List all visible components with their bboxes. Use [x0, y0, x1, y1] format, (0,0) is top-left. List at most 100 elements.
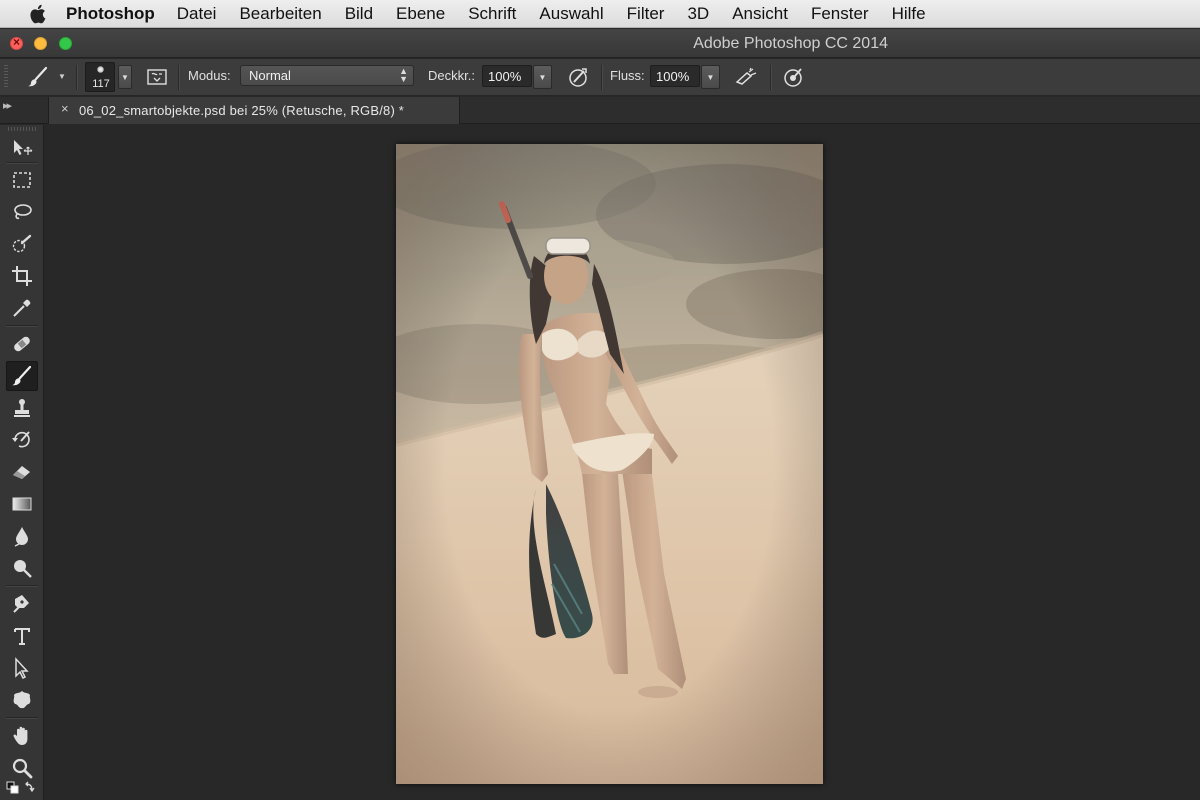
- pressure-opacity-icon[interactable]: [566, 65, 590, 89]
- history-brush-tool[interactable]: [6, 425, 38, 455]
- options-separator: [76, 65, 77, 90]
- collapse-panels-icon[interactable]: ▸▸: [3, 99, 12, 112]
- dodge-icon: [14, 560, 32, 578]
- window-maximize-button[interactable]: [59, 37, 72, 50]
- document-canvas[interactable]: [396, 144, 823, 784]
- tool-separator: [6, 585, 38, 586]
- menu-app-name[interactable]: Photoshop: [66, 4, 155, 24]
- crop-tool[interactable]: [6, 261, 38, 291]
- quick-select-icon: [12, 234, 32, 253]
- custom-shape-icon: [13, 691, 31, 709]
- menu-auswahl[interactable]: Auswahl: [539, 4, 603, 24]
- lasso-icon: [14, 204, 32, 220]
- marquee-tool[interactable]: [6, 165, 38, 195]
- menu-datei[interactable]: Datei: [177, 4, 217, 24]
- eyedropper-tool[interactable]: [6, 293, 38, 323]
- default-colors-icon: [6, 781, 35, 794]
- menu-fenster[interactable]: Fenster: [811, 4, 869, 24]
- flow-value: 100%: [656, 69, 690, 84]
- color-swatches[interactable]: [4, 779, 40, 797]
- chevron-down-icon: ▼: [538, 72, 547, 82]
- airbrush-icon[interactable]: [733, 65, 759, 89]
- pen-tool[interactable]: [6, 589, 38, 619]
- apple-icon[interactable]: [22, 4, 52, 24]
- brush-tip-icon: [97, 66, 104, 73]
- blur-tool[interactable]: [6, 521, 38, 551]
- document-tab[interactable]: × 06_02_smartobjekte.psd bei 25% (Retusc…: [48, 97, 460, 124]
- brush-size-dropdown-button[interactable]: ▼: [118, 65, 132, 89]
- gradient-icon: [12, 497, 32, 511]
- zoom-icon: [12, 758, 33, 779]
- document-tab-bar: ▸▸ × 06_02_smartobjekte.psd bei 25% (Ret…: [0, 97, 1200, 124]
- brush-size-value: 117: [92, 78, 110, 90]
- brush-tool[interactable]: [6, 361, 38, 391]
- lasso-tool[interactable]: [6, 197, 38, 227]
- path-selection-tool[interactable]: [6, 653, 38, 683]
- crop-icon: [12, 266, 32, 286]
- type-icon: [14, 628, 30, 645]
- opacity-slider-button[interactable]: ▼: [533, 65, 552, 89]
- options-separator: [178, 65, 179, 90]
- dodge-tool[interactable]: [6, 553, 38, 583]
- eraser-tool[interactable]: [6, 457, 38, 487]
- healing-brush-tool[interactable]: [6, 329, 38, 359]
- brush-size-picker[interactable]: 117: [85, 62, 115, 92]
- menu-bild[interactable]: Bild: [345, 4, 373, 24]
- stamp-icon: [14, 399, 30, 417]
- type-tool[interactable]: [6, 621, 38, 651]
- blend-mode-select[interactable]: Normal ▲ ▼: [240, 65, 414, 86]
- brush-icon: [12, 365, 32, 386]
- clone-stamp-tool[interactable]: [6, 393, 38, 423]
- tool-separator: [6, 325, 38, 326]
- flow-slider-button[interactable]: ▼: [701, 65, 720, 89]
- tool-preset-brush-icon[interactable]: [24, 64, 52, 90]
- canvas-workspace[interactable]: [45, 125, 1200, 800]
- opacity-value: 100%: [488, 69, 522, 84]
- brush-panel-toggle-icon[interactable]: [145, 65, 169, 89]
- hand-icon: [13, 726, 28, 745]
- window-close-button[interactable]: [10, 35, 23, 50]
- options-separator: [601, 65, 602, 90]
- menu-filter[interactable]: Filter: [627, 4, 665, 24]
- eyedropper-icon: [13, 299, 31, 317]
- move-icon: [14, 140, 33, 155]
- flow-label: Fluss:: [610, 68, 645, 83]
- shape-tool[interactable]: [6, 685, 38, 715]
- opacity-input[interactable]: 100%: [482, 65, 532, 87]
- mode-label: Modus:: [188, 68, 231, 83]
- menu-schrift[interactable]: Schrift: [468, 4, 516, 24]
- tools-panel-grip[interactable]: [8, 127, 36, 131]
- window-minimize-button[interactable]: [34, 37, 47, 50]
- pressure-size-icon[interactable]: [781, 65, 805, 89]
- close-icon[interactable]: ×: [61, 101, 69, 116]
- tool-separator: [6, 162, 38, 163]
- menu-bearbeiten[interactable]: Bearbeiten: [239, 4, 321, 24]
- tools-panel: [0, 125, 44, 800]
- gradient-tool[interactable]: [6, 489, 38, 519]
- quick-selection-tool[interactable]: [6, 229, 38, 259]
- eraser-icon: [13, 466, 30, 479]
- canvas-photo: [396, 144, 823, 784]
- history-brush-icon: [12, 431, 30, 448]
- menu-hilfe[interactable]: Hilfe: [892, 4, 926, 24]
- blur-drop-icon: [14, 527, 28, 547]
- tool-preset-dropdown-icon[interactable]: ▼: [58, 72, 66, 81]
- window-title: Adobe Photoshop CC 2014: [693, 35, 888, 52]
- select-arrows-icon: ▲ ▼: [399, 66, 408, 84]
- flow-input[interactable]: 100%: [650, 65, 700, 87]
- path-select-icon: [15, 657, 29, 679]
- hand-tool[interactable]: [6, 721, 38, 751]
- menu-ansicht[interactable]: Ansicht: [732, 4, 788, 24]
- window-title-bar[interactable]: Adobe Photoshop CC 2014: [0, 29, 1200, 58]
- options-bar-grip[interactable]: [4, 65, 8, 89]
- photoshop-app: Photoshop Datei Bearbeiten Bild Ebene Sc…: [0, 0, 1200, 800]
- menu-ebene[interactable]: Ebene: [396, 4, 445, 24]
- options-separator: [770, 65, 771, 90]
- blend-mode-value: Normal: [249, 68, 291, 83]
- options-bar: ▼ 117 ▼ Modus: Normal ▲ ▼ Deckkr.: 100% ▼…: [0, 59, 1200, 96]
- move-tool[interactable]: [6, 133, 38, 163]
- pen-icon: [13, 595, 29, 613]
- tool-separator: [6, 717, 38, 718]
- bandage-icon: [14, 336, 30, 352]
- menu-3d[interactable]: 3D: [687, 4, 709, 24]
